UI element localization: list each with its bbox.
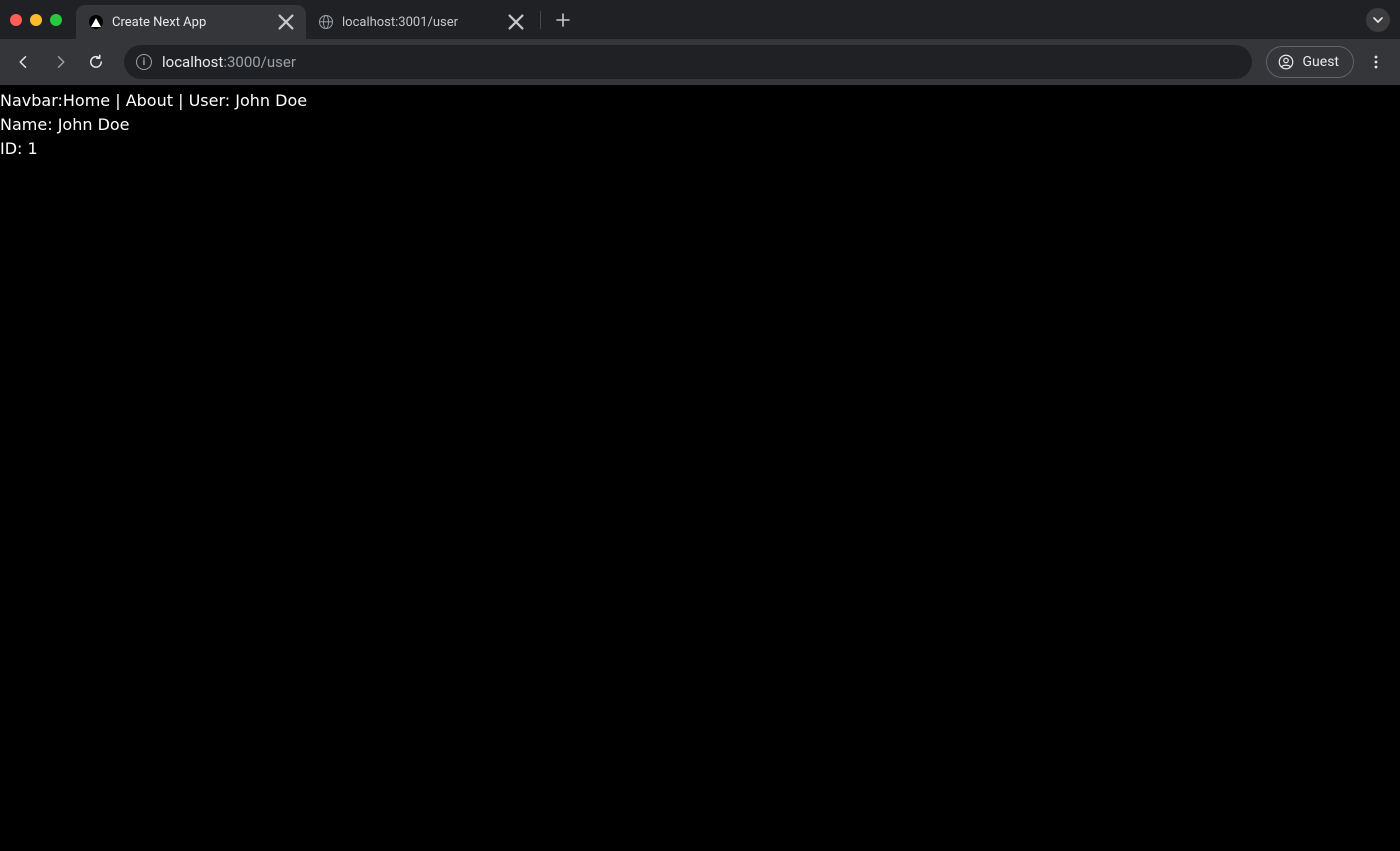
address-text: localhost:3000/user <box>162 53 1240 71</box>
profile-icon <box>1277 53 1295 71</box>
tab-separator <box>540 11 541 29</box>
name-label: Name: <box>0 115 53 134</box>
site-info-icon[interactable]: i <box>136 54 152 70</box>
id-label: ID: <box>0 139 22 158</box>
window-controls <box>10 14 62 26</box>
nextjs-favicon-icon <box>88 14 104 30</box>
close-tab-button[interactable] <box>278 14 294 30</box>
close-tab-button[interactable] <box>508 14 524 30</box>
address-host: localhost <box>162 53 223 71</box>
id-value: 1 <box>28 139 38 158</box>
tabs-overflow-button[interactable] <box>1366 8 1390 32</box>
window-zoom-button[interactable] <box>50 14 62 26</box>
navbar-line: Navbar:Home | About | User: John Doe <box>0 89 1400 113</box>
profile-button[interactable]: Guest <box>1266 46 1354 78</box>
address-bar[interactable]: i localhost:3000/user <box>124 45 1252 79</box>
tab-1[interactable]: Create Next App <box>76 5 306 39</box>
back-button[interactable] <box>10 48 38 76</box>
tab-2[interactable]: localhost:3001/user <box>306 5 536 39</box>
browser-menu-button[interactable] <box>1362 48 1390 76</box>
name-value: John Doe <box>58 115 130 134</box>
window-minimize-button[interactable] <box>30 14 42 26</box>
globe-favicon-icon <box>318 14 334 30</box>
reload-button[interactable] <box>82 48 110 76</box>
tab-bar: Create Next App localhost:3001/user <box>0 0 1400 39</box>
navbar-prefix: Navbar: <box>0 91 63 110</box>
navbar-user-label: User: <box>189 91 231 110</box>
toolbar: i localhost:3000/user Guest <box>0 39 1400 85</box>
id-line: ID: 1 <box>0 137 1400 161</box>
new-tab-button[interactable] <box>549 6 577 34</box>
navbar-user-name: John Doe <box>235 91 307 110</box>
page-content: Navbar:Home | About | User: John Doe Nam… <box>0 85 1400 851</box>
tab-title: localhost:3001/user <box>342 15 500 30</box>
name-line: Name: John Doe <box>0 113 1400 137</box>
address-path: :3000/user <box>223 53 296 71</box>
window-close-button[interactable] <box>10 14 22 26</box>
forward-button[interactable] <box>46 48 74 76</box>
navbar-link-about: About <box>126 91 173 110</box>
navbar-link-home: Home <box>63 91 110 110</box>
profile-label: Guest <box>1303 54 1339 70</box>
tab-title: Create Next App <box>112 15 270 30</box>
